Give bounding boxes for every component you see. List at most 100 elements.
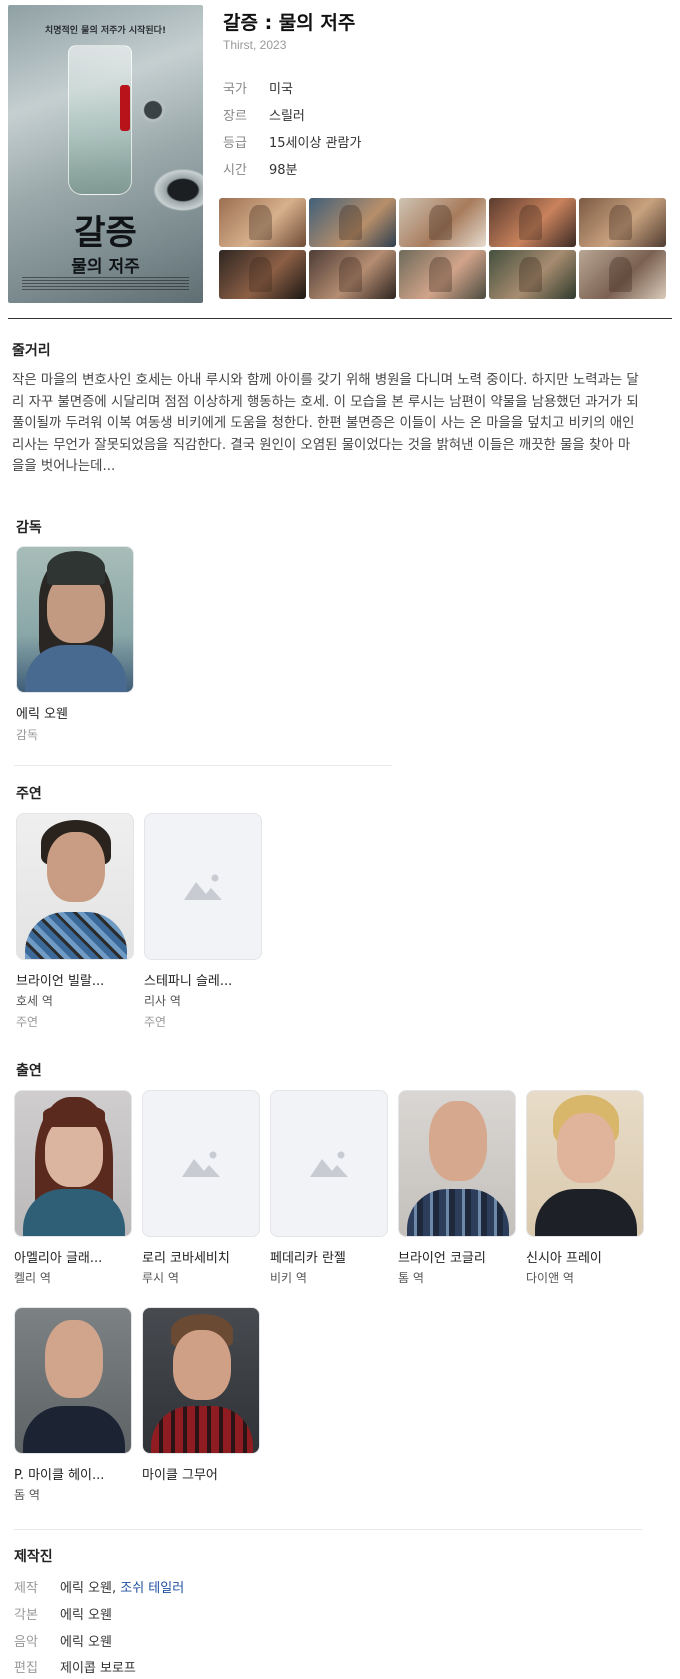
cast-heading: 출연 xyxy=(16,1063,42,1079)
cast-name[interactable]: 신시아 프레이 xyxy=(526,1247,644,1266)
cast-photo[interactable] xyxy=(14,1307,132,1454)
info-table: 국가 미국 장르 스릴러 등급 15세이상 관람가 시간 98분 xyxy=(223,74,361,182)
cast-name[interactable]: 브라이언 코글리 xyxy=(398,1247,516,1266)
photo-face xyxy=(429,1101,487,1181)
still-gallery xyxy=(219,198,669,299)
photo-body xyxy=(23,1406,125,1453)
info-row-rating: 등급 15세이상 관람가 xyxy=(223,128,361,155)
cast-name[interactable]: P. 마이클 헤이... xyxy=(14,1464,132,1483)
info-value: 미국 xyxy=(269,82,293,97)
director-photo[interactable] xyxy=(16,546,134,693)
crew-value: 에릭 오웬, 조쉬 테일러 xyxy=(60,1577,184,1596)
lead-photo[interactable] xyxy=(16,813,134,960)
image-placeholder-icon xyxy=(310,1151,348,1177)
crew-key: 제작 xyxy=(14,1581,38,1596)
crew-heading: 제작진 xyxy=(14,1549,53,1565)
cast-card[interactable]: 로리 코바세비치 루시 역 xyxy=(142,1090,260,1286)
poster-title: 갈증 xyxy=(74,213,137,253)
still-image[interactable] xyxy=(219,250,306,299)
still-image[interactable] xyxy=(579,198,666,247)
director-name[interactable]: 에릭 오웬 xyxy=(16,703,134,722)
movie-poster[interactable]: 치명적인 물의 저주가 시작된다! 갈증 물의 저주 xyxy=(8,5,203,303)
still-image[interactable] xyxy=(399,250,486,299)
cast-photo[interactable] xyxy=(270,1090,388,1237)
lead-type: 주연 xyxy=(144,1015,167,1029)
still-image[interactable] xyxy=(309,198,396,247)
info-key: 등급 xyxy=(223,136,247,151)
still-image[interactable] xyxy=(309,250,396,299)
still-image[interactable] xyxy=(579,250,666,299)
crew-key: 음악 xyxy=(14,1635,38,1650)
cast-role: 켈리 역 xyxy=(14,1271,51,1285)
still-image[interactable] xyxy=(489,250,576,299)
crew-row-producer: 제작 에릭 오웬, 조쉬 테일러 xyxy=(14,1577,184,1596)
cast-role: 돔 역 xyxy=(14,1488,40,1502)
movie-original-title: Thirst, 2023 xyxy=(223,38,287,52)
photo-body xyxy=(535,1189,637,1236)
crew-value[interactable]: 제이콥 보로프 xyxy=(60,1657,136,1676)
still-image[interactable] xyxy=(489,198,576,247)
crew-key: 편집 xyxy=(14,1661,38,1676)
still-image[interactable] xyxy=(219,198,306,247)
cast-name[interactable]: 마이클 그무어 xyxy=(142,1464,260,1483)
photo-bangs xyxy=(43,1105,105,1127)
cast-name[interactable]: 아멜리아 글래... xyxy=(14,1247,132,1266)
cast-photo[interactable] xyxy=(142,1090,260,1237)
cast-name[interactable]: 페데리카 란젤 xyxy=(270,1247,388,1266)
movie-title: 갈증 : 물의 저주 xyxy=(223,12,356,34)
crew-key: 각본 xyxy=(14,1608,38,1623)
header-divider xyxy=(8,318,672,319)
info-value: 98분 xyxy=(269,163,298,178)
cast-role: 톰 역 xyxy=(398,1271,424,1285)
cast-photo[interactable] xyxy=(142,1307,260,1454)
info-value: 스릴러 xyxy=(269,109,305,124)
cast-photo[interactable] xyxy=(14,1090,132,1237)
cast-card[interactable]: 페데리카 란젤 비키 역 xyxy=(270,1090,388,1286)
cast-card[interactable]: 아멜리아 글래... 켈리 역 xyxy=(14,1090,132,1286)
cast-name[interactable]: 로리 코바세비치 xyxy=(142,1247,260,1266)
poster-subtitle: 물의 저주 xyxy=(71,257,140,277)
image-placeholder-icon xyxy=(182,1151,220,1177)
lead-role: 리사 역 xyxy=(144,994,181,1008)
cast-role: 다이앤 역 xyxy=(526,1271,574,1285)
crew-value[interactable]: 에릭 오웬 xyxy=(60,1631,112,1650)
crew-person-link[interactable]: 에릭 오웬, xyxy=(60,1581,120,1596)
lead-name[interactable]: 브라이언 빌랄... xyxy=(16,970,134,989)
director-card[interactable]: 에릭 오웬 감독 xyxy=(16,546,134,743)
cast-role: 루시 역 xyxy=(142,1271,179,1285)
info-row-country: 국가 미국 xyxy=(223,74,361,101)
still-image[interactable] xyxy=(399,198,486,247)
photo-body xyxy=(151,1406,253,1453)
cast-photo[interactable] xyxy=(526,1090,644,1237)
section-separator xyxy=(14,1529,642,1530)
cast-photo[interactable] xyxy=(398,1090,516,1237)
crew-value[interactable]: 에릭 오웬 xyxy=(60,1604,112,1623)
cast-card[interactable]: 마이클 그무어 xyxy=(142,1307,260,1486)
lead-photo[interactable] xyxy=(144,813,262,960)
director-heading: 감독 xyxy=(16,520,42,536)
cast-card[interactable]: 브라이언 코글리 톰 역 xyxy=(398,1090,516,1286)
photo-body xyxy=(407,1189,509,1236)
crew-person-link[interactable]: 조쉬 테일러 xyxy=(120,1581,184,1596)
cast-card[interactable]: P. 마이클 헤이... 돔 역 xyxy=(14,1307,132,1503)
photo-beanie xyxy=(47,551,105,585)
photo-face xyxy=(557,1113,615,1183)
lead-card[interactable]: 스테파니 슬레... 리사 역 주연 xyxy=(144,813,262,1030)
crew-row-editing: 편집 제이콥 보로프 xyxy=(14,1657,136,1676)
poster-drain-small xyxy=(138,95,168,125)
crew-row-music: 음악 에릭 오웬 xyxy=(14,1631,112,1650)
lead-name[interactable]: 스테파니 슬레... xyxy=(144,970,262,989)
photo-face xyxy=(47,832,105,902)
photo-body xyxy=(25,912,127,959)
cast-card[interactable]: 신시아 프레이 다이앤 역 xyxy=(526,1090,644,1286)
crew-row-screenplay: 각본 에릭 오웬 xyxy=(14,1604,112,1623)
info-key: 시간 xyxy=(223,163,247,178)
info-value: 15세이상 관람가 xyxy=(269,136,362,151)
lead-card[interactable]: 브라이언 빌랄... 호세 역 주연 xyxy=(16,813,134,1030)
poster-tagline: 치명적인 물의 저주가 시작된다! xyxy=(44,26,167,36)
poster-credits-block xyxy=(22,277,189,291)
lead-type: 주연 xyxy=(16,1015,39,1029)
info-row-runtime: 시간 98분 xyxy=(223,155,361,182)
info-row-genre: 장르 스릴러 xyxy=(223,101,361,128)
photo-face xyxy=(173,1330,231,1400)
